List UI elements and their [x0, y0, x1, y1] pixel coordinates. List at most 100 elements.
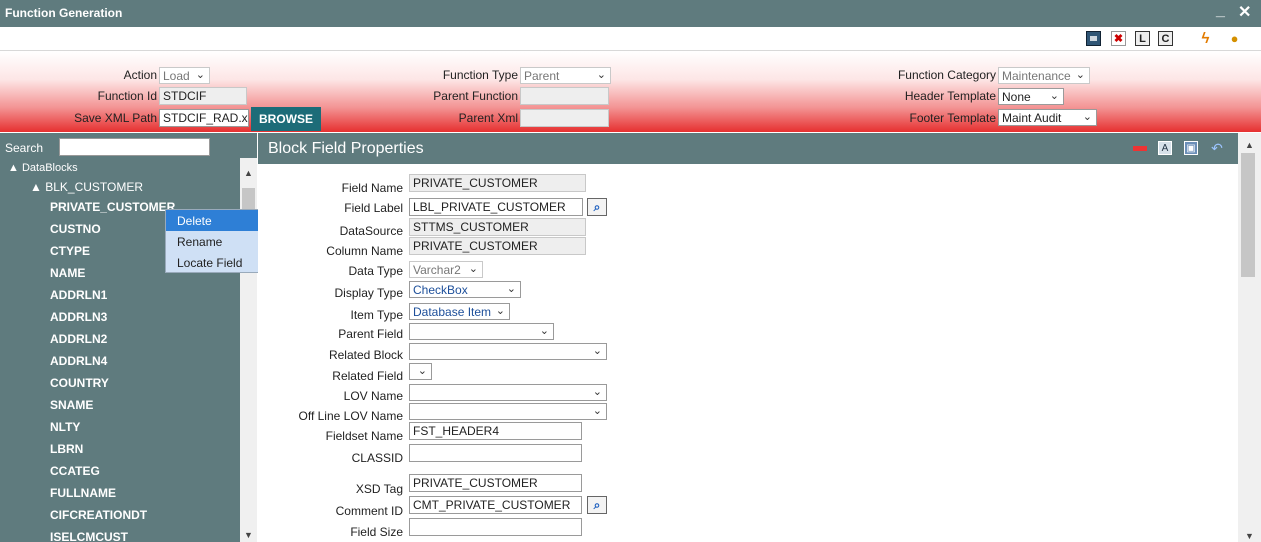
- tree-item[interactable]: ADDRLN1: [50, 288, 107, 302]
- minimize-button[interactable]: _: [1216, 2, 1225, 20]
- header-template-select[interactable]: None ⌄: [998, 88, 1064, 105]
- close-button[interactable]: ✕: [1238, 2, 1251, 22]
- tree-item[interactable]: COUNTRY: [50, 376, 109, 390]
- parent-function-label: Parent Function: [433, 89, 518, 103]
- parent-xml-label: Parent Xml: [458, 111, 518, 125]
- tree-item[interactable]: ADDRLN2: [50, 332, 107, 346]
- chevron-down-icon: ⌄: [539, 325, 549, 337]
- panel-scrollbar[interactable]: ▲ ▼: [1238, 133, 1261, 542]
- comment-id-field[interactable]: CMT_PRIVATE_CUSTOMER: [409, 496, 582, 514]
- field-size-label: Field Size: [350, 525, 403, 539]
- function-type-select[interactable]: Parent ⌄: [520, 67, 611, 84]
- field-label-label: Field Label: [344, 201, 403, 215]
- comment-id-label: Comment ID: [335, 504, 403, 518]
- function-category-select[interactable]: Maintenance ⌄: [998, 67, 1090, 84]
- lov-name-select[interactable]: ⌄: [409, 384, 607, 401]
- screen-icon[interactable]: ▣: [1184, 141, 1198, 155]
- header-template-label: Header Template: [904, 89, 996, 103]
- field-label-field[interactable]: LBL_PRIVATE_CUSTOMER: [409, 198, 583, 216]
- column-name-label: Column Name: [326, 244, 403, 258]
- save-xml-path-field[interactable]: STDCIF_RAD.xml: [159, 109, 249, 127]
- undo-icon[interactable]: ↶: [1210, 140, 1224, 156]
- classid-label: CLASSID: [351, 451, 403, 465]
- xsd-tag-field[interactable]: PRIVATE_CUSTOMER: [409, 474, 582, 492]
- chevron-down-icon: ⌄: [417, 365, 427, 377]
- tree-item[interactable]: FULLNAME: [50, 486, 116, 500]
- tree-item[interactable]: CTYPE: [50, 244, 90, 258]
- field-name-field[interactable]: PRIVATE_CUSTOMER: [409, 174, 586, 192]
- scroll-down-icon[interactable]: ▼: [244, 530, 253, 540]
- bell-icon[interactable]: ●: [1227, 31, 1242, 46]
- related-block-select[interactable]: ⌄: [409, 343, 607, 360]
- field-name-label: Field Name: [341, 181, 403, 195]
- item-type-value: Database Item: [413, 305, 492, 319]
- tree-item[interactable]: CIFCREATIONDT: [50, 508, 147, 522]
- tree-item[interactable]: NAME: [50, 266, 85, 280]
- lookup-search-icon[interactable]: ⌕: [587, 198, 607, 216]
- column-name-field[interactable]: PRIVATE_CUSTOMER: [409, 237, 586, 255]
- item-type-label: Item Type: [350, 308, 403, 322]
- toolbar: ✖ L C ϟ ●: [0, 27, 1261, 50]
- panel-title: Block Field Properties: [268, 140, 424, 157]
- tree-root[interactable]: ▲ DataBlocks: [8, 162, 78, 174]
- chevron-down-icon: ⌄: [1049, 90, 1059, 102]
- function-type-label: Function Type: [442, 68, 518, 82]
- function-type-value: Parent: [524, 69, 560, 83]
- tree-item[interactable]: ADDRLN4: [50, 354, 107, 368]
- c-icon[interactable]: C: [1158, 31, 1173, 46]
- title-bar: Function Generation _ ✕: [0, 0, 1261, 27]
- function-id-label: Function Id: [97, 89, 157, 103]
- chevron-down-icon: ⌄: [592, 386, 602, 398]
- flash-icon[interactable]: ϟ: [1198, 30, 1213, 47]
- parent-xml-field[interactable]: [520, 109, 609, 127]
- chevron-down-icon: ⌄: [468, 263, 478, 275]
- datasource-field[interactable]: STTMS_CUSTOMER: [409, 218, 586, 236]
- a-icon[interactable]: A: [1158, 141, 1172, 155]
- window-title: Function Generation: [5, 6, 123, 20]
- chevron-down-icon: ⌄: [592, 345, 602, 357]
- chevron-down-icon: ⌄: [1082, 111, 1092, 123]
- panel-scroll-thumb[interactable]: [1241, 153, 1255, 277]
- tree-item[interactable]: NLTY: [50, 420, 80, 434]
- tree-item[interactable]: CCATEG: [50, 464, 100, 478]
- footer-template-select[interactable]: Maint Audit ⌄: [998, 109, 1097, 126]
- footer-template-value: Maint Audit: [1002, 111, 1062, 125]
- parent-field-select[interactable]: ⌄: [409, 323, 554, 340]
- scroll-up-icon[interactable]: ▲: [1245, 140, 1254, 150]
- l-icon[interactable]: L: [1135, 31, 1150, 46]
- search-input[interactable]: [59, 138, 210, 156]
- tree-item[interactable]: ISELCMCUST: [50, 530, 128, 542]
- browse-button[interactable]: BROWSE: [251, 107, 321, 131]
- field-size-field[interactable]: [409, 518, 582, 536]
- scroll-down-icon[interactable]: ▼: [1245, 531, 1254, 541]
- scroll-up-icon[interactable]: ▲: [244, 168, 253, 178]
- data-type-label: Data Type: [348, 264, 403, 278]
- tree-block[interactable]: ▲ BLK_CUSTOMER: [30, 180, 143, 194]
- function-id-field[interactable]: STDCIF: [159, 87, 247, 105]
- data-type-value: Varchar2: [413, 263, 461, 277]
- item-type-select[interactable]: Database Item ⌄: [409, 303, 510, 320]
- lov-name-label: LOV Name: [343, 389, 403, 403]
- classid-field[interactable]: [409, 444, 582, 462]
- tree-item[interactable]: LBRN: [50, 442, 83, 456]
- action-select[interactable]: Load ⌄: [159, 67, 210, 84]
- offline-lov-name-select[interactable]: ⌄: [409, 403, 607, 420]
- save-icon[interactable]: [1086, 31, 1101, 46]
- delete-icon[interactable]: ✖: [1111, 31, 1126, 46]
- display-type-select[interactable]: CheckBox ⌄: [409, 281, 521, 298]
- action-label: Action: [123, 68, 157, 82]
- chevron-down-icon: ⌄: [495, 305, 505, 317]
- header-template-value: None: [1002, 90, 1031, 104]
- tree-item[interactable]: PRIVATE_CUSTOMER: [50, 200, 175, 214]
- data-type-select[interactable]: Varchar2 ⌄: [409, 261, 483, 278]
- display-type-label: Display Type: [334, 286, 403, 300]
- parent-function-field[interactable]: [520, 87, 609, 105]
- tree-item[interactable]: ADDRLN3: [50, 310, 107, 324]
- related-field-select[interactable]: ⌄: [409, 363, 432, 380]
- tree-item[interactable]: SNAME: [50, 398, 93, 412]
- minus-icon[interactable]: [1133, 146, 1147, 151]
- tree-item[interactable]: CUSTNO: [50, 222, 101, 236]
- lookup-search-icon[interactable]: ⌕: [587, 496, 607, 514]
- tree-block-label: BLK_CUSTOMER: [45, 180, 144, 194]
- fieldset-name-field[interactable]: FST_HEADER4: [409, 422, 582, 440]
